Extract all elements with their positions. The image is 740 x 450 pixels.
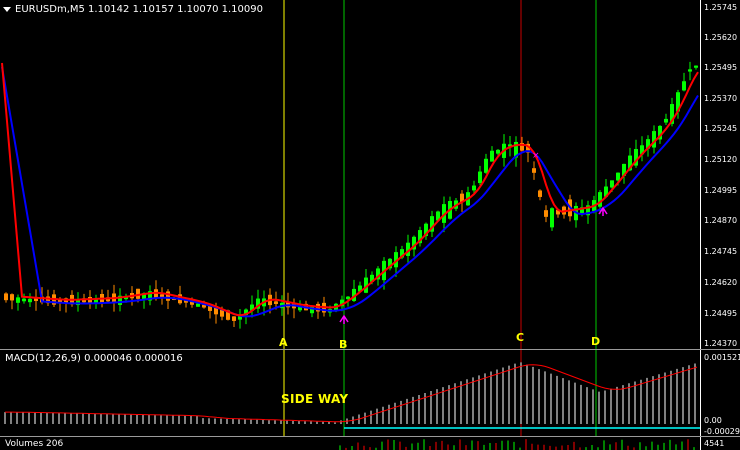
candle-body (598, 192, 602, 207)
candle-body (688, 69, 692, 72)
candle-body (478, 171, 482, 184)
candlestick-chart[interactable]: × (0, 0, 740, 349)
sell-cross-icon: × (532, 151, 540, 161)
slow-moving-average-line (1, 66, 699, 318)
volumes-panel[interactable]: Volumes 206 4541 (0, 437, 740, 450)
buy-arrow-icon (339, 314, 349, 324)
candle-body (346, 296, 350, 300)
price-label: 1.24995 (704, 186, 738, 195)
marker-a: A (279, 336, 288, 349)
volumes-chart[interactable] (0, 437, 740, 450)
candle-body (496, 149, 500, 154)
candle-body (694, 65, 698, 68)
price-label: 1.24495 (704, 309, 738, 318)
candle-body (490, 150, 494, 162)
candle-body (484, 158, 488, 173)
volumes-axis-line (700, 437, 701, 450)
candle-body (682, 81, 686, 91)
price-label: 1.25620 (704, 33, 738, 42)
candle-body (28, 298, 32, 303)
candle-body (4, 293, 8, 301)
macd-label: 0.00 (704, 416, 722, 425)
macd-label: -0.000299 (704, 427, 740, 436)
candle-body (196, 303, 200, 307)
marker-c: C (516, 331, 525, 344)
candle-body (664, 118, 668, 123)
price-label: 1.24870 (704, 216, 738, 225)
candle-body (34, 298, 38, 302)
candle-body (10, 294, 14, 301)
candle-body (532, 168, 536, 173)
candle-body (550, 208, 554, 228)
candle-body (538, 190, 542, 197)
candle-body (274, 301, 278, 304)
candle-body (544, 210, 548, 217)
price-label: 1.25370 (704, 94, 738, 103)
candle-body (166, 291, 170, 301)
volumes-title: Volumes 206 (5, 439, 64, 449)
price-axis-line (700, 0, 701, 349)
candle-body (610, 180, 614, 188)
candle-body (16, 297, 20, 303)
price-label: 1.25120 (704, 155, 738, 164)
price-label: 1.24745 (704, 247, 738, 256)
macd-label: 0.001521 (704, 353, 740, 362)
price-label: 1.25745 (704, 3, 738, 12)
candle-body (616, 172, 620, 181)
volumes-label: 4541 (704, 439, 725, 448)
macd-axis-line (700, 350, 701, 436)
fast-moving-average-line (1, 62, 699, 317)
chart-title: EURUSDm,M5 1.10142 1.10157 1.10070 1.100… (3, 4, 263, 16)
price-chart-panel[interactable]: × EURUSDm,M5 1.10142 1.10157 1.10070 1.1… (0, 0, 740, 351)
macd-title: MACD(12,26,9) 0.000046 0.000016 (5, 353, 183, 364)
candle-body (232, 316, 236, 321)
sideway-annotation: SIDE WAY (281, 392, 349, 406)
macd-panel[interactable]: MACD(12,26,9) 0.000046 0.000016 SIDE WAY… (0, 350, 740, 436)
candle-body (472, 185, 476, 191)
price-label: 1.25245 (704, 124, 738, 133)
candle-body (22, 298, 26, 302)
price-label: 1.24370 (704, 339, 738, 348)
dropdown-triangle-icon (3, 6, 11, 12)
price-label: 1.25495 (704, 63, 738, 72)
price-label: 1.24620 (704, 278, 738, 287)
marker-d: D (591, 335, 601, 348)
